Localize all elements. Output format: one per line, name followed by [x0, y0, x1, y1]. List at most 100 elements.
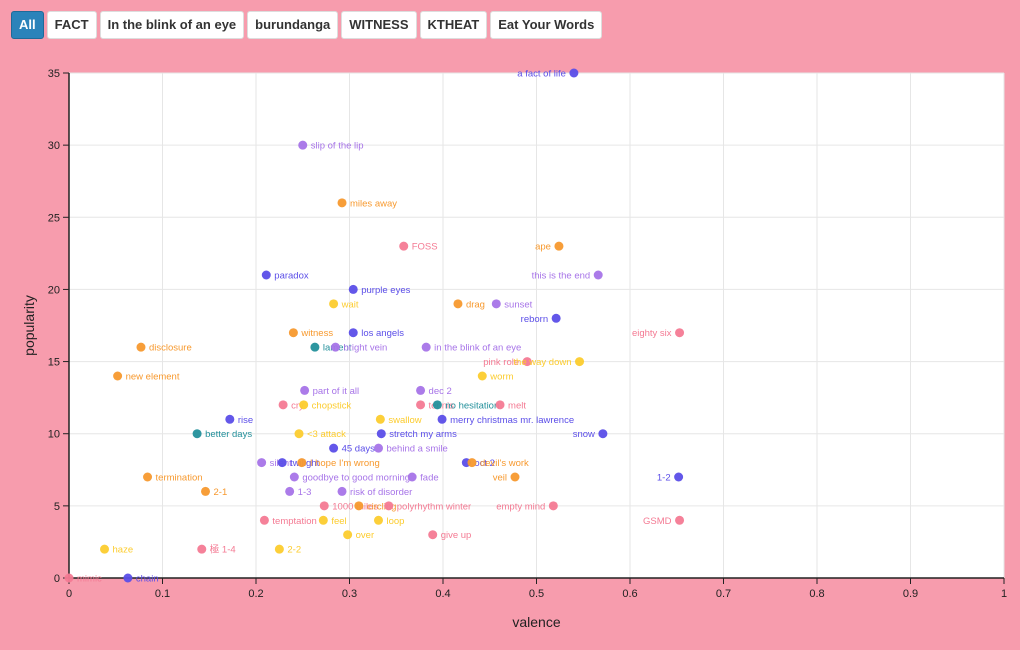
point-marker[interactable] [330, 342, 340, 352]
point-marker[interactable] [569, 68, 579, 78]
point-marker[interactable] [598, 429, 608, 439]
point-marker[interactable] [491, 299, 501, 309]
point-label: this is the end [532, 271, 591, 282]
point-marker[interactable] [675, 515, 685, 525]
point-marker[interactable] [278, 400, 288, 410]
data-point[interactable]: I hope I'm wrong [297, 458, 380, 469]
point-marker[interactable] [675, 328, 685, 338]
point-marker[interactable] [319, 501, 329, 511]
point-label: feel [331, 516, 346, 527]
x-tick-label: 0.4 [435, 588, 450, 600]
point-label: I hope I'm wrong [310, 458, 380, 469]
point-marker[interactable] [294, 429, 304, 439]
point-marker[interactable] [310, 342, 320, 352]
point-marker[interactable] [348, 328, 358, 338]
point-marker[interactable] [399, 241, 409, 251]
point-marker[interactable] [437, 414, 447, 424]
point-marker[interactable] [298, 140, 308, 150]
point-marker[interactable] [407, 472, 417, 482]
point-label: polyrhythm winter [397, 501, 471, 512]
point-label: witness [300, 328, 333, 339]
data-point[interactable]: merry christmas mr. lawrence [437, 414, 575, 426]
point-marker[interactable] [100, 544, 110, 554]
point-marker[interactable] [259, 515, 269, 525]
data-point[interactable]: polyrhythm winter [384, 501, 471, 512]
point-marker[interactable] [453, 299, 463, 309]
point-marker[interactable] [201, 486, 211, 496]
point-label: chain [136, 574, 159, 585]
point-marker[interactable] [225, 414, 235, 424]
point-marker[interactable] [376, 429, 386, 439]
point-marker[interactable] [329, 443, 339, 453]
point-label: chopstick [312, 400, 352, 411]
point-marker[interactable] [288, 328, 298, 338]
point-marker[interactable] [416, 400, 426, 410]
point-marker[interactable] [373, 443, 383, 453]
point-marker[interactable] [674, 472, 684, 482]
point-marker[interactable] [300, 385, 310, 395]
point-marker[interactable] [375, 414, 385, 424]
point-marker[interactable] [337, 198, 347, 208]
point-label: snow [573, 429, 595, 440]
y-axis-title: popularity [21, 295, 37, 356]
point-marker[interactable] [123, 573, 133, 583]
point-marker[interactable] [289, 472, 299, 482]
point-label: los angels [361, 328, 404, 339]
point-label: rise [238, 415, 253, 426]
point-label: disclosure [149, 343, 192, 354]
x-tick-label: 0.9 [903, 588, 918, 600]
point-marker[interactable] [299, 400, 309, 410]
point-marker[interactable] [416, 385, 426, 395]
point-marker[interactable] [285, 486, 295, 496]
point-marker[interactable] [477, 371, 487, 381]
point-marker[interactable] [467, 458, 477, 468]
point-marker[interactable] [337, 486, 347, 496]
point-marker[interactable] [318, 515, 328, 525]
point-marker[interactable] [428, 530, 438, 540]
point-marker[interactable] [421, 342, 431, 352]
point-marker[interactable] [548, 501, 558, 511]
x-tick-label: 0.5 [529, 588, 544, 600]
point-marker[interactable] [373, 515, 383, 525]
point-marker[interactable] [495, 400, 505, 410]
data-point[interactable]: stretch my arms [376, 429, 457, 440]
point-marker[interactable] [297, 458, 307, 468]
data-point[interactable]: mimic [64, 573, 103, 585]
point-label: risk of disorder [350, 487, 412, 498]
y-tick-label: 30 [48, 140, 60, 152]
point-marker[interactable] [136, 342, 146, 352]
point-label: melt [508, 400, 526, 411]
point-marker[interactable] [343, 530, 353, 540]
point-label: veil [493, 473, 507, 484]
point-label: loop [386, 516, 404, 527]
point-marker[interactable] [348, 284, 358, 294]
point-marker[interactable] [192, 429, 202, 439]
data-point[interactable]: goodbye to good morning [289, 472, 410, 484]
point-marker[interactable] [274, 544, 284, 554]
point-marker[interactable] [113, 371, 123, 381]
point-marker[interactable] [554, 241, 564, 251]
point-label: 1-2 [657, 473, 671, 484]
point-marker[interactable] [64, 573, 74, 583]
point-label: miles away [350, 198, 397, 209]
point-marker[interactable] [432, 400, 442, 410]
point-marker[interactable] [143, 472, 153, 482]
point-marker[interactable] [261, 270, 271, 280]
point-marker[interactable] [384, 501, 394, 511]
point-marker[interactable] [257, 458, 267, 468]
point-marker[interactable] [575, 357, 585, 367]
point-marker[interactable] [329, 299, 339, 309]
point-marker[interactable] [197, 544, 207, 554]
data-point[interactable]: chain [123, 573, 159, 585]
point-marker[interactable] [354, 501, 364, 511]
point-label: merry christmas mr. lawrence [450, 415, 574, 426]
data-point[interactable]: in the blink of an eye [421, 342, 522, 354]
x-tick-label: 0.2 [248, 588, 263, 600]
point-label: stretch my arms [389, 429, 457, 440]
point-label: 極 1-4 [210, 544, 236, 556]
point-marker[interactable] [510, 472, 520, 482]
point-marker[interactable] [277, 458, 287, 468]
point-label: mimic [77, 574, 102, 585]
point-marker[interactable] [593, 270, 603, 280]
point-marker[interactable] [551, 313, 561, 323]
